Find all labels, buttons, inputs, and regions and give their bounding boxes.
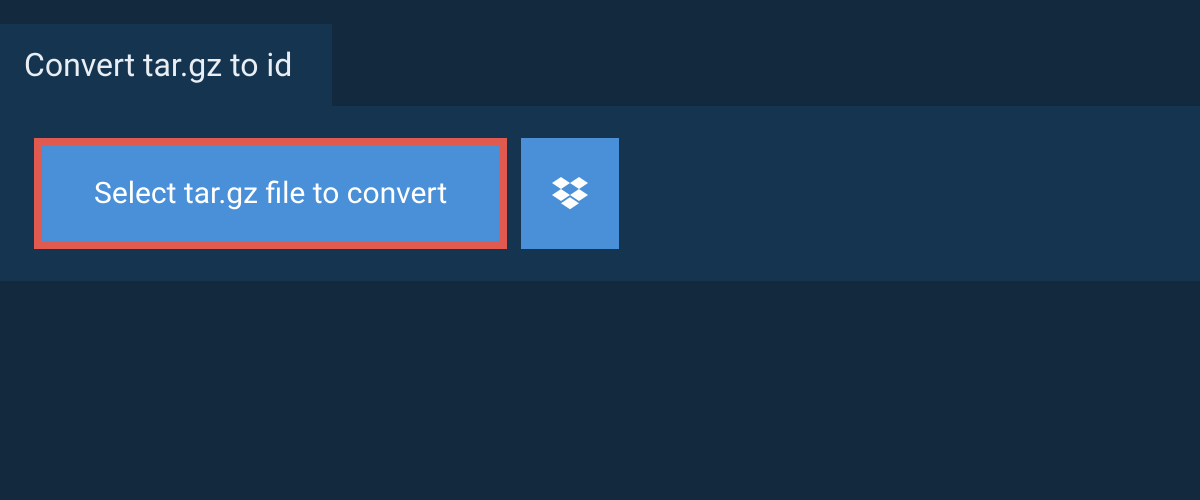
page-title-tab: Convert tar.gz to id [0,24,332,106]
upload-panel: Select tar.gz file to convert [0,106,1200,281]
select-file-button[interactable]: Select tar.gz file to convert [34,138,507,249]
select-file-label: Select tar.gz file to convert [94,176,447,211]
dropbox-icon [552,174,588,213]
button-row: Select tar.gz file to convert [34,138,1166,249]
dropbox-button[interactable] [521,138,619,249]
page-title: Convert tar.gz to id [24,46,292,84]
